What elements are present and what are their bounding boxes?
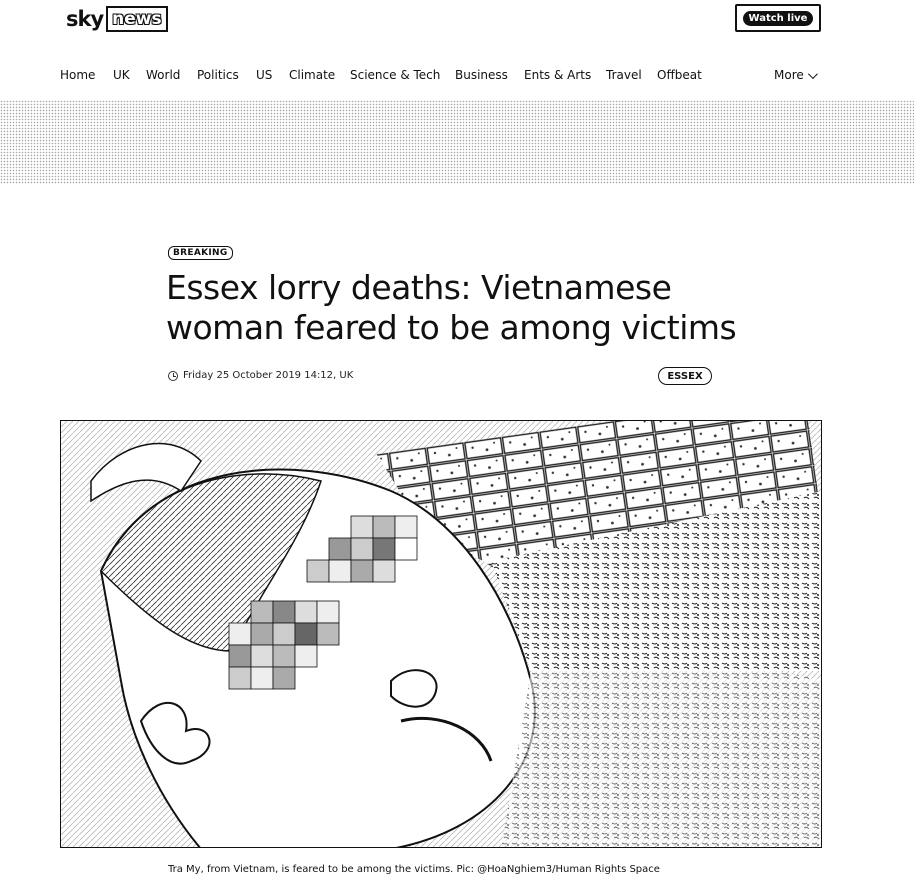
nav-item-travel[interactable]: Travel: [606, 68, 642, 82]
nav-more-button[interactable]: More: [774, 68, 818, 82]
article-timestamp: Friday 25 October 2019 14:12, UK: [183, 370, 354, 381]
topic-tag-label: ESSEX: [667, 370, 703, 382]
nav-item-uk[interactable]: UK: [113, 68, 130, 82]
main-nav: Home UK World Politics US Climate Scienc…: [60, 68, 822, 86]
topic-tag-essex[interactable]: ESSEX: [658, 367, 712, 385]
breaking-badge: BREAKING: [168, 246, 233, 260]
nav-item-world[interactable]: World: [146, 68, 180, 82]
watch-live-label: Watch live: [742, 10, 814, 26]
advert-banner: [0, 100, 914, 184]
image-caption: Tra My, from Vietnam, is feared to be am…: [168, 864, 660, 875]
nav-item-business[interactable]: Business: [455, 68, 508, 82]
logo-sky-text: sky: [66, 7, 104, 31]
nav-item-home[interactable]: Home: [60, 68, 95, 82]
nav-item-politics[interactable]: Politics: [197, 68, 239, 82]
nav-item-us[interactable]: US: [256, 68, 272, 82]
nav-more-label: More: [774, 68, 804, 82]
clock-icon: [168, 370, 178, 381]
article-headline: Essex lorry deaths: Vietnamese woman fea…: [166, 268, 737, 347]
hero-image: [60, 420, 822, 848]
watch-live-button[interactable]: Watch live: [735, 4, 821, 32]
nav-item-science-tech[interactable]: Science & Tech: [350, 68, 440, 82]
hero-photo: [61, 421, 821, 847]
nav-item-offbeat[interactable]: Offbeat: [657, 68, 702, 82]
sky-news-logo[interactable]: sky news: [66, 4, 168, 34]
logo-news-text: news: [106, 6, 168, 32]
nav-item-climate[interactable]: Climate: [289, 68, 335, 82]
nav-item-ents-arts[interactable]: Ents & Arts: [524, 68, 591, 82]
article-meta: Friday 25 October 2019 14:12, UK: [168, 370, 353, 381]
